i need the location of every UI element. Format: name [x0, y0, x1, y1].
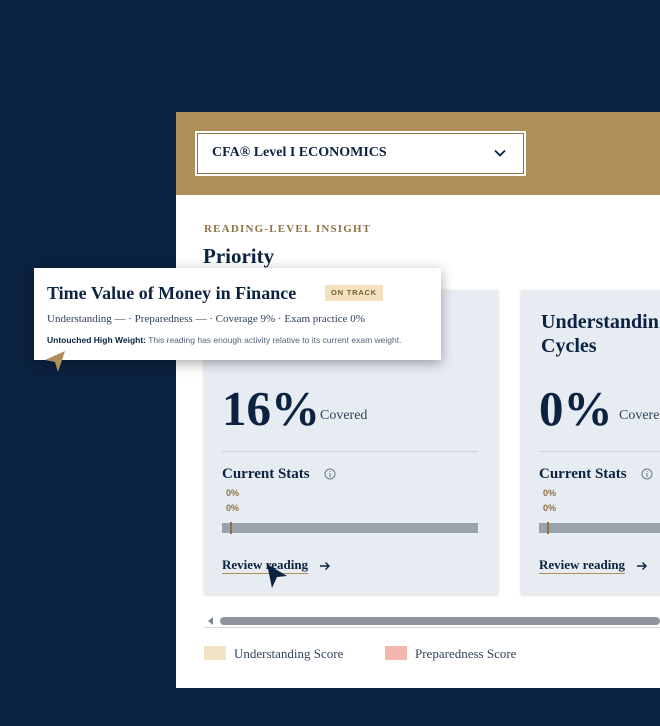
- legend-swatch: [385, 646, 407, 660]
- preparedness-stat: 0%: [543, 503, 557, 513]
- exam-topic-select-value: CFA® Level I ECONOMICS: [212, 145, 387, 160]
- understanding-stat: 0%: [543, 488, 557, 498]
- progress-bar: [222, 522, 478, 534]
- section-title: Priority: [203, 244, 275, 268]
- info-icon[interactable]: [641, 468, 653, 480]
- chevron-down-icon: [494, 149, 506, 157]
- understanding-stat: 0%: [226, 488, 240, 498]
- card-divider: [539, 451, 660, 452]
- status-badge: ON TRACK: [325, 285, 383, 301]
- reading-tooltip: Time Value of Money in Finance ON TRACK …: [34, 268, 441, 360]
- horizontal-scrollbar[interactable]: [220, 617, 660, 625]
- progress-bar: [539, 522, 660, 534]
- arrow-right-icon: [637, 562, 648, 571]
- card-divider: [222, 451, 478, 452]
- tooltip-title: Time Value of Money in Finance: [47, 283, 297, 303]
- coverage-value: 16%: [222, 381, 320, 436]
- tooltip-note: Untouched High Weight: This reading has …: [47, 335, 402, 345]
- legend-swatch: [204, 646, 226, 660]
- insight-panel: CFA® Level I ECONOMICS READING-LEVEL INS…: [176, 112, 660, 688]
- stats-title: Current Stats: [222, 466, 310, 482]
- scroll-left-icon[interactable]: [206, 616, 216, 626]
- stats-title: Current Stats: [539, 466, 627, 482]
- preparedness-stat: 0%: [226, 503, 240, 513]
- panel-header: CFA® Level I ECONOMICS: [176, 112, 660, 195]
- pointer-cursor-icon: [267, 564, 287, 588]
- section-eyebrow: READING-LEVEL INSIGHT: [204, 223, 372, 235]
- card-title: Understandin Cycles: [541, 311, 659, 357]
- coverage-value: 0%: [539, 381, 613, 436]
- info-icon[interactable]: [324, 468, 336, 480]
- progress-marker: [546, 522, 549, 534]
- pointer-cursor-icon: [45, 351, 65, 372]
- arrow-right-icon: [320, 562, 331, 571]
- coverage-label: Covere: [619, 408, 660, 423]
- exam-topic-select[interactable]: CFA® Level I ECONOMICS: [195, 131, 526, 176]
- coverage-label: Covered: [320, 408, 368, 423]
- tooltip-meta: Understanding — · Preparedness — · Cover…: [47, 313, 365, 325]
- review-reading-link[interactable]: Review reading: [539, 557, 648, 574]
- scroll-divider: [204, 627, 660, 628]
- progress-marker: [229, 522, 232, 534]
- reading-card: Understandin Cycles 0% Covere Current St…: [521, 290, 660, 594]
